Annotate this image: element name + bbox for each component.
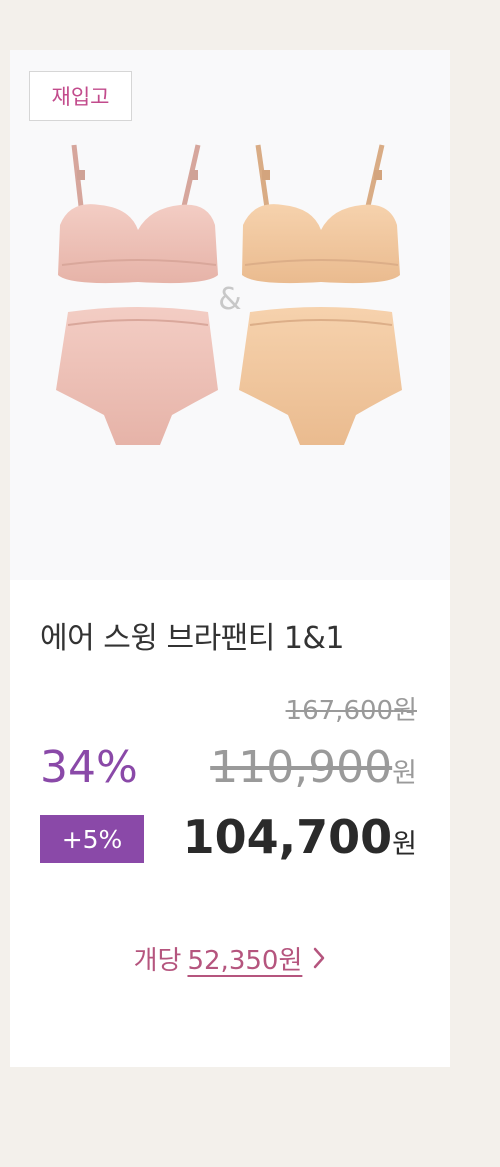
sale-price-value: 110,900: [210, 742, 393, 793]
pink-panty: [56, 307, 218, 445]
per-item-label: 개당: [133, 946, 182, 976]
beige-bra: [242, 144, 400, 284]
final-price-value: 104,700: [182, 810, 393, 864]
chevron-right-icon: [312, 946, 326, 977]
final-price: 104,700원: [183, 810, 417, 864]
beige-panty: [239, 307, 402, 445]
original-price: 167,600원: [286, 690, 417, 727]
sale-price: 110,900원: [210, 742, 417, 793]
product-illustration: &: [56, 144, 402, 445]
restock-badge: 재입고: [29, 71, 132, 121]
original-price-value: 167,600: [285, 696, 394, 726]
original-price-unit: 원: [393, 696, 417, 726]
per-item-price: 52,350원: [187, 946, 303, 976]
product-image[interactable]: & 재입고: [10, 50, 450, 580]
sale-price-unit: 원: [392, 758, 417, 789]
pink-bra: [58, 144, 218, 284]
product-card[interactable]: & 재입고 에어 스윙 브라팬티 1&1 167,600원 34% 110,90…: [10, 50, 450, 1067]
extra-discount-badge: +5%: [40, 815, 144, 863]
product-title[interactable]: 에어 스윙 브라팬티 1&1: [40, 613, 344, 657]
ampersand-mark: &: [218, 282, 241, 317]
per-item-price-link[interactable]: 개당 52,350원: [10, 940, 450, 977]
discount-percent: 34%: [40, 742, 138, 793]
final-price-unit: 원: [392, 829, 417, 860]
